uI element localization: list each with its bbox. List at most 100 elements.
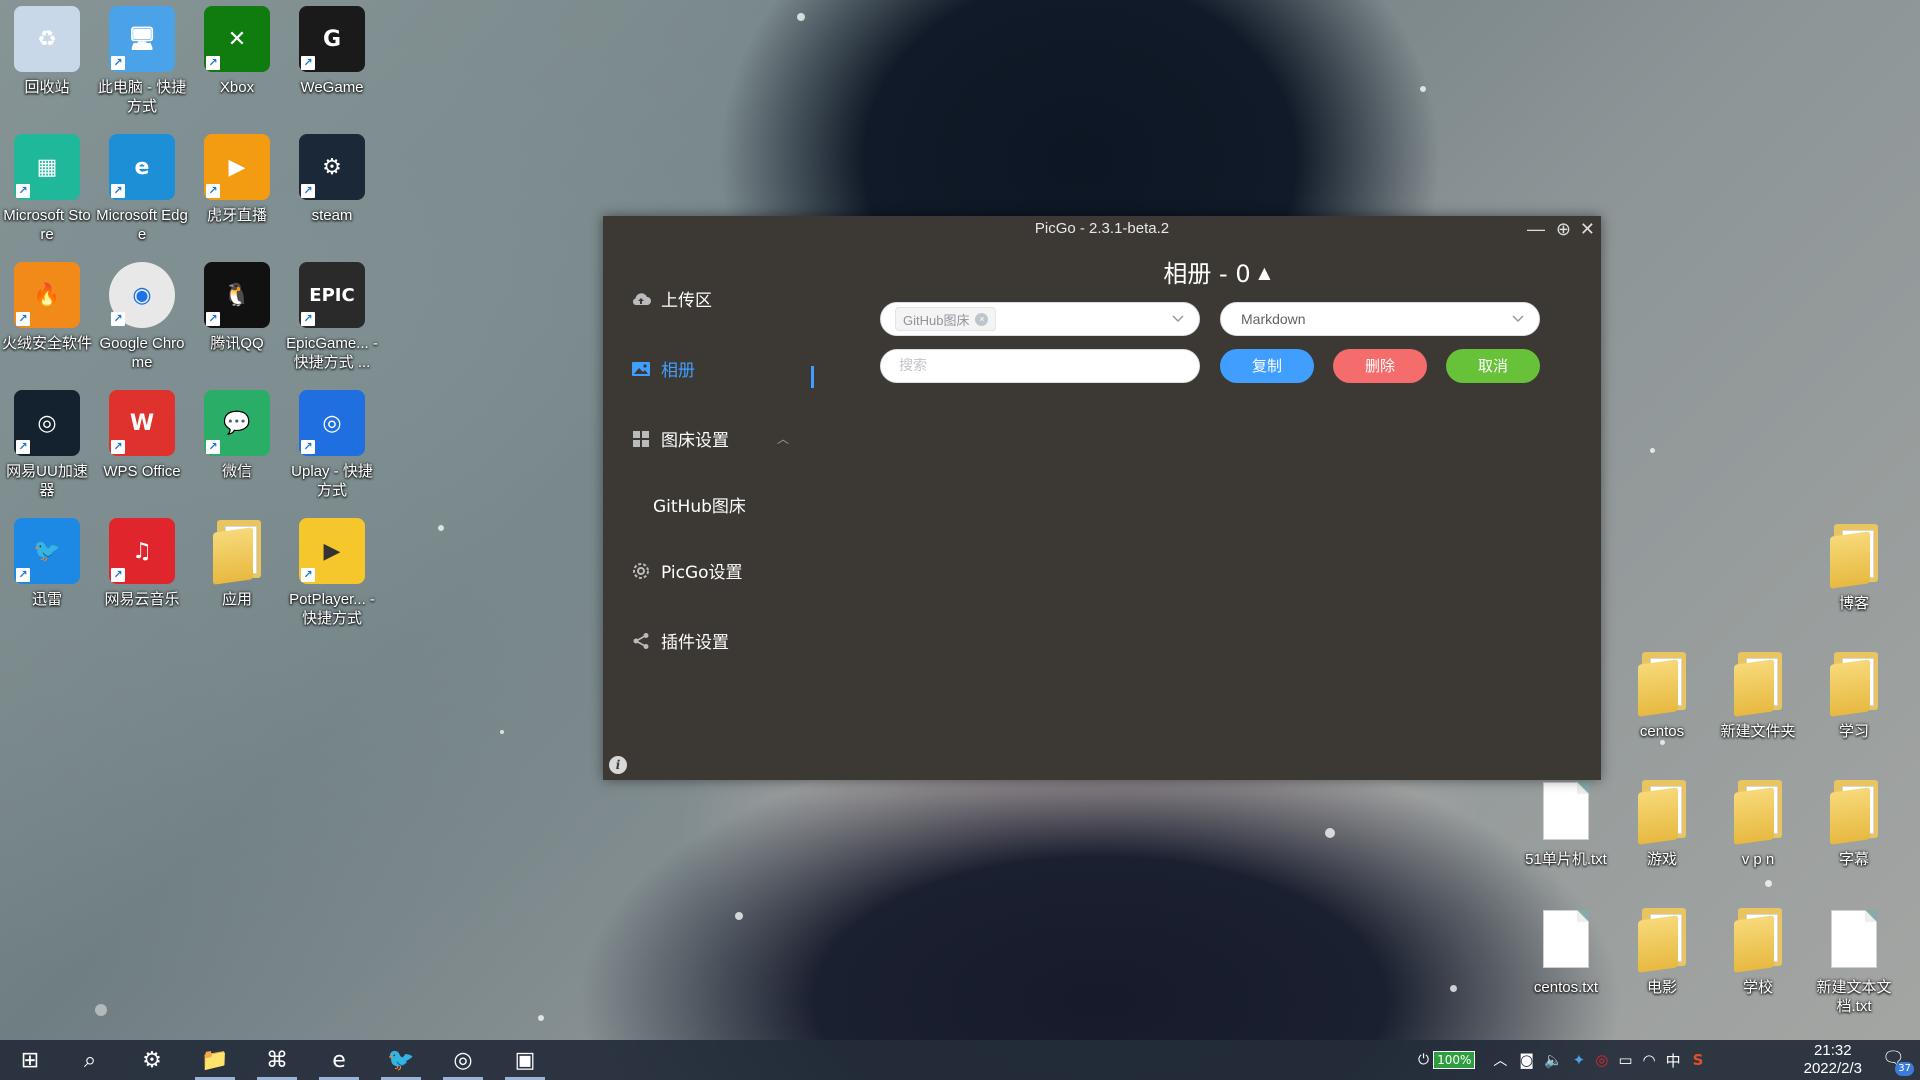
chevron-up-icon[interactable]: ︿ xyxy=(1493,1050,1507,1070)
desktop-icon-label: centos.txt xyxy=(1533,979,1599,996)
desktop-folder[interactable]: 学习 xyxy=(1808,650,1900,741)
taskbar-settings-icon[interactable]: ⚙ xyxy=(128,1040,176,1080)
desktop-icon[interactable]: ♫ ↗ 网易云音乐 xyxy=(96,518,188,609)
shortcut-arrow-icon: ↗ xyxy=(301,568,315,582)
desktop-icon[interactable]: 💬 ↗ 微信 xyxy=(191,390,283,481)
info-icon[interactable]: i xyxy=(609,756,627,774)
desktop-folder[interactable]: 字幕 xyxy=(1808,778,1900,869)
picbed-select[interactable]: GitHub图床 × xyxy=(880,302,1200,336)
desktop-folder[interactable]: centos xyxy=(1616,650,1708,741)
xunlei-tray-icon[interactable]: ✦ xyxy=(1573,1051,1586,1069)
desktop-icon[interactable]: ▦ ↗ Microsoft Store xyxy=(1,134,93,244)
desktop-icon-label: EpicGame... - 快捷方式 ... xyxy=(286,335,378,371)
desktop-icon[interactable]: ✕ ↗ Xbox xyxy=(191,6,283,97)
desktop-icon-label: 字幕 xyxy=(1838,851,1869,868)
cloud-upload-icon xyxy=(631,289,651,309)
taskbar-search-icon[interactable]: ⌕ xyxy=(66,1040,114,1080)
desktop-icon-label: Uplay - 快捷方式 xyxy=(291,463,373,499)
taskbar: ⊞ ⌕ ⚙ 📁 ⌘ e 🐦 ◎ ▣ ⏻ 100% ︿ ◙ 🔈 ✦ ◎ ▭ ◠ 中 S 21:32… xyxy=(0,1040,1920,1080)
desktop-icon[interactable]: 🐧 ↗ 腾讯QQ xyxy=(191,262,283,353)
taskbar-xunlei-icon[interactable]: 🐦 xyxy=(377,1040,425,1080)
taskbar-vscode-icon[interactable]: ⌘ xyxy=(253,1040,301,1080)
shortcut-arrow-icon: ↗ xyxy=(111,568,125,582)
desktop-icon[interactable]: G ↗ WeGame xyxy=(286,6,378,97)
desktop-icon[interactable]: W ↗ WPS Office xyxy=(96,390,188,481)
copy-button[interactable]: 复制 xyxy=(1220,349,1314,383)
gallery-main: 相册 - 0 ▲ GitHub图床 × Markdown 搜索 复制 删除 取消 xyxy=(833,244,1601,780)
desktop-file[interactable]: 51单片机.txt xyxy=(1520,778,1612,869)
pin-icon[interactable]: ⊕ xyxy=(1556,218,1571,240)
desktop-icon[interactable]: 🔥 ↗ 火绒安全软件 xyxy=(1,262,93,353)
desktop-folder[interactable]: 学校 xyxy=(1712,906,1804,997)
desktop-folder[interactable]: 新建文件夹 xyxy=(1712,650,1804,741)
shortcut-arrow-icon: ↗ xyxy=(111,440,125,454)
grid-icon xyxy=(631,429,651,449)
desktop-icon[interactable]: EPIC ↗ EpicGame... - 快捷方式 ... xyxy=(286,262,378,372)
cancel-button[interactable]: 取消 xyxy=(1446,349,1540,383)
folder-icon xyxy=(1629,906,1695,973)
window-titlebar[interactable]: PicGo - 2.3.1-beta.2 — ⊕ ✕ xyxy=(603,216,1601,244)
desktop-icon[interactable]: e ↗ Microsoft Edge xyxy=(96,134,188,244)
desktop-folder[interactable]: 电影 xyxy=(1616,906,1708,997)
search-input[interactable]: 搜索 xyxy=(880,349,1200,383)
picgo-window: PicGo - 2.3.1-beta.2 — ⊕ ✕ 上传区 相册 图床设置 ︿… xyxy=(603,216,1601,780)
clock-date: 2022/2/3 xyxy=(1803,1060,1862,1077)
delete-button[interactable]: 删除 xyxy=(1333,349,1427,383)
sogou-icon[interactable]: S xyxy=(1693,1051,1704,1069)
desktop-icon-label: 微信 xyxy=(221,463,252,480)
text-file-icon xyxy=(1533,778,1599,844)
minimize-icon[interactable]: — xyxy=(1527,218,1545,240)
close-icon[interactable]: ✕ xyxy=(1580,218,1595,240)
clock[interactable]: 21:32 2022/2/3 xyxy=(1804,1042,1862,1078)
desktop-folder[interactable]: 游戏 xyxy=(1616,778,1708,869)
nav-upload[interactable]: 上传区 xyxy=(631,286,712,311)
chevron-down-icon xyxy=(1171,311,1185,328)
shortcut-arrow-icon: ↗ xyxy=(301,184,315,198)
format-select-value: Markdown xyxy=(1241,311,1306,327)
ime-indicator[interactable]: 中 xyxy=(1666,1050,1681,1071)
desktop-icon-label: 应用 xyxy=(221,591,252,608)
wifi-icon[interactable]: ◠ xyxy=(1643,1051,1656,1069)
desktop-icon-label: 腾讯QQ xyxy=(210,335,264,352)
chevron-up-icon[interactable]: ︿ xyxy=(777,430,789,447)
taskbar-picgo-icon[interactable]: ▣ xyxy=(501,1040,549,1080)
folder-icon xyxy=(1629,778,1695,845)
desktop-icon[interactable]: ▶ ↗ PotPlayer... - 快捷方式 xyxy=(286,518,378,628)
desktop-file[interactable]: 新建文本文档.txt xyxy=(1808,906,1900,1016)
battery-icon[interactable]: ▭ xyxy=(1618,1051,1632,1069)
sort-arrow-icon[interactable]: ▲ xyxy=(1258,263,1270,282)
clock-time: 21:32 xyxy=(1814,1042,1852,1059)
desktop-icon[interactable]: ◎ ↗ Uplay - 快捷方式 xyxy=(286,390,378,500)
desktop-icon-label: 火绒安全软件 xyxy=(1,335,92,352)
desktop-folder[interactable]: v p n xyxy=(1712,778,1804,869)
desktop-folder[interactable]: 博客 xyxy=(1808,522,1900,613)
taskbar-start-icon[interactable]: ⊞ xyxy=(6,1040,54,1080)
desktop-icon[interactable]: ◉ ↗ Google Chrome xyxy=(96,262,188,372)
music-tray-icon[interactable]: ◎ xyxy=(1595,1051,1608,1069)
desktop-icon[interactable]: 🖥 ↗ 此电脑 - 快捷方式 xyxy=(96,6,188,116)
desktop-icon[interactable]: 🐦 ↗ 迅雷 xyxy=(1,518,93,609)
nav-picgo-settings[interactable]: PicGo设置 xyxy=(631,558,743,583)
desktop-icon[interactable]: ♻ 回收站 xyxy=(1,6,93,97)
edge-icon: e ↗ xyxy=(109,134,175,200)
notification-center-icon[interactable]: 🗨 37 xyxy=(1882,1048,1914,1076)
nav-gallery[interactable]: 相册 xyxy=(631,356,695,381)
taskbar-netease-music-icon[interactable]: ◎ xyxy=(439,1040,487,1080)
taskbar-edge-icon[interactable]: e xyxy=(315,1040,363,1080)
tag-close-icon[interactable]: × xyxy=(975,312,989,326)
format-select[interactable]: Markdown xyxy=(1220,302,1540,336)
nav-github-picbed[interactable]: GitHub图床 xyxy=(653,492,746,517)
nav-picbed-settings[interactable]: 图床设置 ︿ xyxy=(631,426,789,451)
battery-level[interactable]: 100% xyxy=(1433,1051,1476,1069)
desktop-icon[interactable]: ◎ ↗ 网易UU加速器 xyxy=(1,390,93,500)
desktop-icon[interactable]: ⚙ ↗ steam xyxy=(286,134,378,225)
desktop-file[interactable]: centos.txt xyxy=(1520,906,1612,997)
desktop-icon[interactable]: 应用 xyxy=(191,518,283,609)
nav-plugin-settings[interactable]: 插件设置 xyxy=(631,628,729,653)
taskbar-file-explorer-icon[interactable]: 📁 xyxy=(191,1040,239,1080)
volume-icon[interactable]: 🔈 xyxy=(1544,1051,1563,1069)
desktop-icon[interactable]: ▶ ↗ 虎牙直播 xyxy=(191,134,283,225)
nav-plugin-settings-label: 插件设置 xyxy=(661,633,729,653)
folder-icon xyxy=(1821,778,1887,845)
camera-icon[interactable]: ◙ xyxy=(1519,1051,1534,1069)
